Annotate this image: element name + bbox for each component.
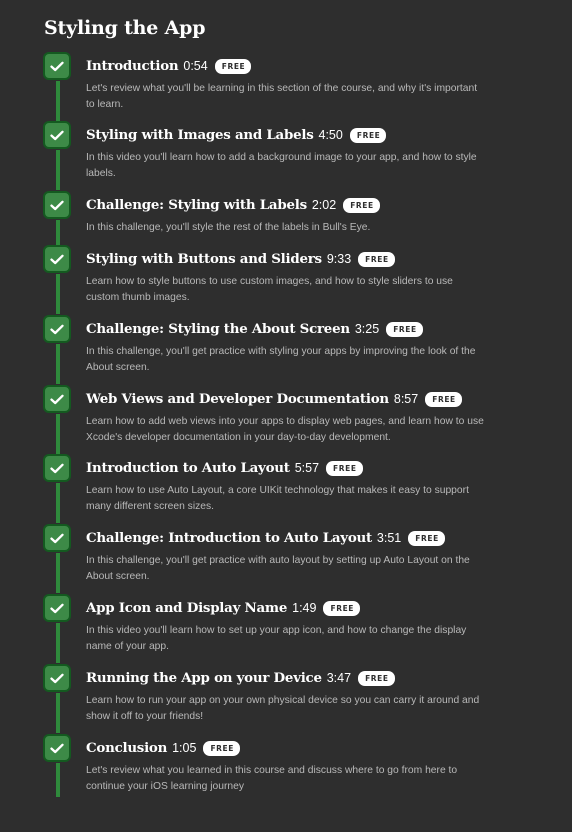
free-badge: FREE <box>214 58 252 74</box>
completed-check-icon[interactable] <box>43 315 71 343</box>
lesson-title-link[interactable]: Challenge: Introduction to Auto Layout <box>86 530 372 546</box>
lesson-header: Introduction 0:54 FREE <box>86 53 252 79</box>
lesson-title-link[interactable]: Introduction to Auto Layout <box>86 460 290 476</box>
lesson-description: In this challenge, you'll get practice w… <box>86 346 476 373</box>
completed-check-icon[interactable] <box>43 734 71 762</box>
completed-check-icon[interactable] <box>43 191 71 219</box>
lesson-duration: 5:57 <box>294 461 320 475</box>
lesson-title-link[interactable]: App Icon and Display Name <box>86 600 287 616</box>
timeline-connector <box>56 81 60 121</box>
free-badge: FREE <box>408 530 445 546</box>
lesson-description: Learn how to run your app on your own ph… <box>86 695 480 722</box>
lesson-duration: 3:47 <box>326 671 352 685</box>
free-badge: FREE <box>203 740 240 756</box>
lesson-title-link[interactable]: Conclusion <box>86 740 167 756</box>
timeline-connector <box>56 414 60 454</box>
lesson-header: App Icon and Display Name 1:49 FREE <box>86 595 361 621</box>
free-badge: FREE <box>386 321 423 337</box>
lesson-description: In this challenge, you'll style the rest… <box>86 222 371 233</box>
lesson-description: Learn how to style buttons to use custom… <box>86 276 453 303</box>
lesson-item-running-app: Running the App on your Device 3:47 FREE… <box>0 664 572 735</box>
free-badge: FREE <box>349 127 387 143</box>
free-badge: FREE <box>326 460 363 476</box>
lesson-header: Web Views and Developer Documentation 8:… <box>86 386 462 412</box>
timeline-connector <box>56 150 60 190</box>
lesson-item-web-views: Web Views and Developer Documentation 8:… <box>0 385 572 456</box>
lesson-title-link[interactable]: Challenge: Styling with Labels <box>86 197 307 213</box>
lesson-description: In this video you'll learn how to add a … <box>86 152 477 179</box>
lesson-description: Learn how to use Auto Layout, a core UIK… <box>86 485 469 512</box>
lesson-duration: 3:51 <box>376 531 402 545</box>
completed-check-icon[interactable] <box>43 121 71 149</box>
lesson-duration: 0:54 <box>183 59 208 73</box>
lesson-duration: 8:57 <box>393 392 419 406</box>
free-badge: FREE <box>425 391 462 407</box>
completed-check-icon[interactable] <box>43 664 71 692</box>
completed-check-icon[interactable] <box>43 594 71 622</box>
lesson-description: Learn how to add web views into your app… <box>86 416 484 443</box>
timeline-connector <box>56 344 60 384</box>
timeline-connector <box>56 763 60 797</box>
lesson-title-link[interactable]: Running the App on your Device <box>86 670 322 686</box>
lesson-description: Let's review what you'll be learning in … <box>86 83 478 110</box>
lesson-header: Conclusion 1:05 FREE <box>86 735 240 761</box>
lesson-duration: 3:25 <box>354 322 380 336</box>
lesson-header: Challenge: Styling the About Screen 3:25… <box>86 316 423 342</box>
lesson-item-challenge-auto-layout: Challenge: Introduction to Auto Layout 3… <box>0 524 572 595</box>
lesson-header: Styling with Buttons and Sliders 9:33 FR… <box>86 246 395 272</box>
lesson-duration: 1:05 <box>172 741 197 755</box>
completed-check-icon[interactable] <box>43 245 71 273</box>
lesson-header: Introduction to Auto Layout 5:57 FREE <box>86 455 363 481</box>
lesson-item-auto-layout: Introduction to Auto Layout 5:57 FREE Le… <box>0 454 572 525</box>
lesson-item-conclusion: Conclusion 1:05 FREE Let's review what y… <box>0 734 572 805</box>
lesson-description: In this video you'll learn how to set up… <box>86 625 467 652</box>
lesson-duration: 1:49 <box>292 601 317 615</box>
lesson-title-link[interactable]: Styling with Buttons and Sliders <box>86 251 322 267</box>
lesson-item-introduction: Introduction 0:54 FREE Let's review what… <box>0 52 572 123</box>
lesson-header: Running the App on your Device 3:47 FREE <box>86 665 395 691</box>
free-badge: FREE <box>358 670 395 686</box>
lesson-item-buttons-sliders: Styling with Buttons and Sliders 9:33 FR… <box>0 245 572 316</box>
lesson-header: Challenge: Introduction to Auto Layout 3… <box>86 525 445 551</box>
timeline-connector <box>56 553 60 593</box>
lesson-title-link[interactable]: Styling with Images and Labels <box>86 127 314 143</box>
lesson-header: Challenge: Styling with Labels 2:02 FREE <box>86 192 380 218</box>
lesson-item-challenge-about-screen: Challenge: Styling the About Screen 3:25… <box>0 315 572 386</box>
free-badge: FREE <box>323 600 361 616</box>
completed-check-icon[interactable] <box>43 385 71 413</box>
lesson-item-app-icon: App Icon and Display Name 1:49 FREE In t… <box>0 594 572 665</box>
lesson-duration: 9:33 <box>326 252 352 266</box>
lesson-title-link[interactable]: Introduction <box>86 58 179 74</box>
lesson-duration: 2:02 <box>311 198 337 212</box>
lesson-description: In this challenge, you'll get practice w… <box>86 555 470 582</box>
timeline-connector <box>56 623 60 663</box>
lesson-header: Styling with Images and Labels 4:50 FREE <box>86 122 387 148</box>
free-badge: FREE <box>358 251 395 267</box>
lesson-duration: 4:50 <box>318 128 343 142</box>
lesson-title-link[interactable]: Web Views and Developer Documentation <box>86 391 389 407</box>
lesson-description: Let's review what you learned in this co… <box>86 765 458 792</box>
timeline-connector <box>56 274 60 314</box>
timeline-connector <box>56 693 60 733</box>
completed-check-icon[interactable] <box>43 524 71 552</box>
completed-check-icon[interactable] <box>43 454 71 482</box>
lesson-item-styling-images-labels: Styling with Images and Labels 4:50 FREE… <box>0 121 572 192</box>
lesson-title-link[interactable]: Challenge: Styling the About Screen <box>86 321 350 337</box>
section-title: Styling the App <box>44 17 206 39</box>
timeline-connector <box>56 483 60 523</box>
free-badge: FREE <box>343 197 380 213</box>
completed-check-icon[interactable] <box>43 52 71 80</box>
